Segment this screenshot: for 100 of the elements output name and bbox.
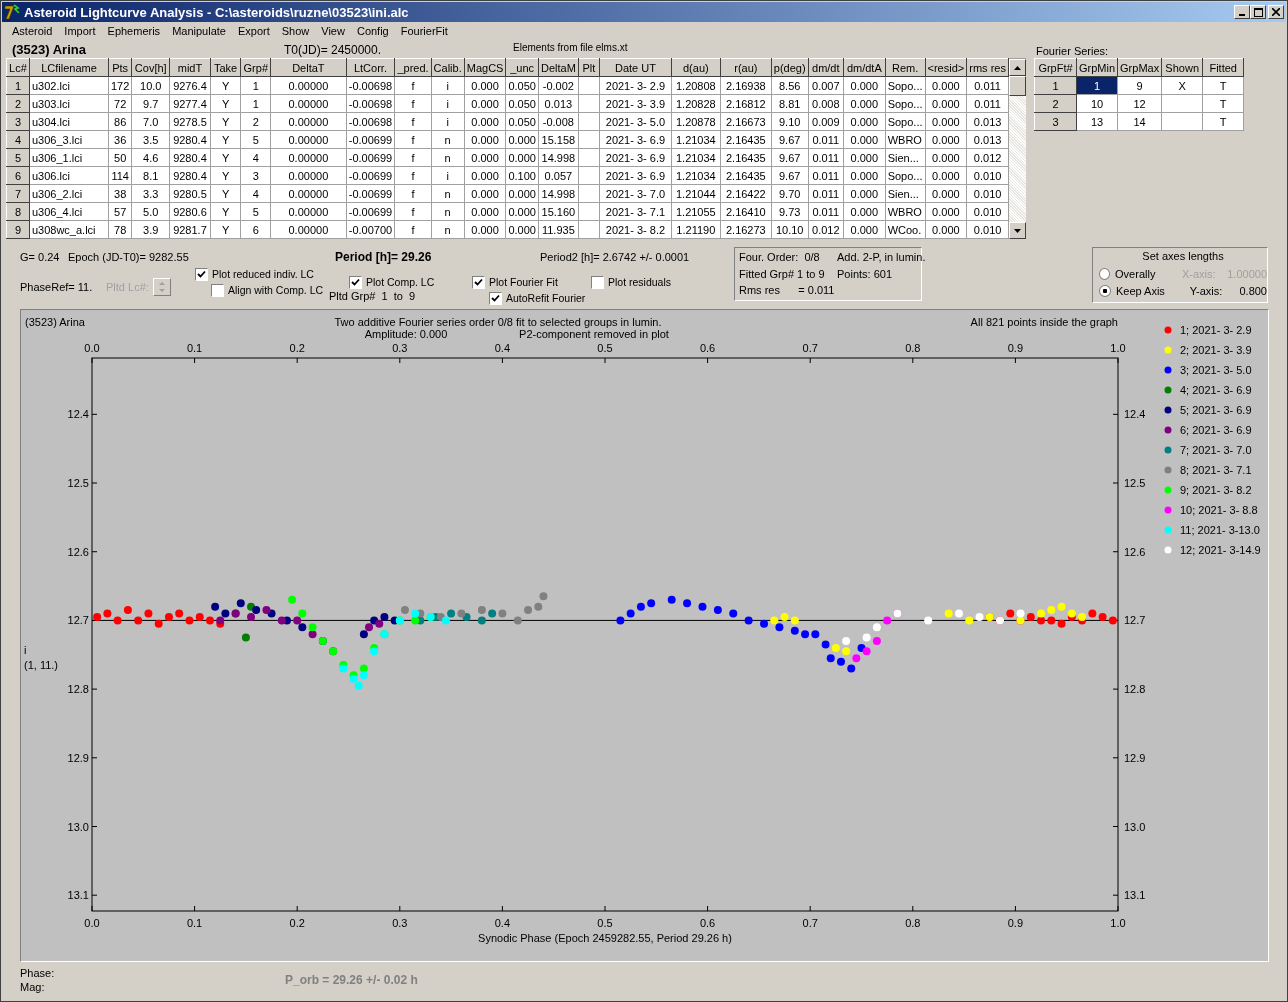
table-cell: 0.010 bbox=[966, 184, 1009, 203]
table-cell: n bbox=[431, 220, 465, 239]
points-note: All 821 points inside the graph bbox=[970, 316, 1118, 328]
legend-label: 8; 2021- 3- 7.1 bbox=[1180, 464, 1252, 476]
table-cell: 5.0 bbox=[131, 202, 170, 221]
table-cell: 12 bbox=[1117, 94, 1162, 113]
table-cell: 15.160 bbox=[538, 202, 579, 221]
table-cell: 0.000 bbox=[843, 184, 886, 203]
table-cell: 0.010 bbox=[966, 166, 1009, 185]
tick-label: 0.8 bbox=[905, 342, 921, 354]
table-cell: T bbox=[1202, 112, 1244, 131]
table-cell: 36 bbox=[108, 130, 132, 149]
table-cell: 4 bbox=[240, 184, 271, 203]
table-cell: 57 bbox=[108, 202, 132, 221]
legend-label: 6; 2021- 3- 6.9 bbox=[1180, 424, 1252, 436]
checkbox-label: Plot Comp. LC bbox=[366, 276, 435, 288]
legend-label: 11; 2021- 3-13.0 bbox=[1180, 524, 1260, 536]
checkbox-label: Plot residuals bbox=[608, 276, 672, 288]
table-cell: 9.67 bbox=[771, 166, 809, 185]
table-cell: -0.00699 bbox=[346, 184, 395, 203]
table-cell: 0.000 bbox=[464, 76, 506, 95]
table-cell: 0.010 bbox=[966, 220, 1009, 239]
table-cell: 0.000 bbox=[843, 148, 886, 167]
tick-label: 0.8 bbox=[905, 917, 921, 929]
table-cell: 2021- 3- 7.1 bbox=[599, 202, 672, 221]
table-cell: Y bbox=[210, 184, 241, 203]
table-cell: 0.000 bbox=[925, 112, 967, 131]
tick-label: 0.6 bbox=[699, 342, 716, 354]
table-cell: 3.9 bbox=[131, 220, 170, 239]
legend-label: 2; 2021- 3- 3.9 bbox=[1180, 344, 1252, 356]
tick-label: 0.3 bbox=[392, 917, 408, 929]
axis-label: i bbox=[24, 644, 27, 656]
tick-label: 0.4 bbox=[494, 342, 511, 354]
period-value: Period [h]= 29.26 bbox=[335, 250, 433, 264]
table-cell: 1 bbox=[240, 94, 271, 113]
amplitude-text: Amplitude: 0.000 bbox=[364, 328, 448, 340]
table-cell: 0.000 bbox=[843, 112, 886, 131]
table-cell: 2021- 3- 2.9 bbox=[599, 76, 672, 95]
table-cell: 14.998 bbox=[538, 184, 579, 203]
table-cell: 2.16410 bbox=[720, 202, 772, 221]
tick-label: 0.1 bbox=[186, 917, 203, 929]
table-cell: 86 bbox=[108, 112, 132, 131]
table-cell: 2.16273 bbox=[720, 220, 772, 239]
table-cell: 0.00000 bbox=[270, 184, 346, 203]
table-cell: T bbox=[1202, 94, 1244, 113]
table-cell: 1.21190 bbox=[671, 220, 721, 239]
table-cell: u306_3.lci bbox=[29, 130, 109, 149]
table-cell: 3.3 bbox=[131, 184, 170, 203]
table-cell: u302.lci bbox=[29, 76, 109, 95]
phase-ref: PhaseRef= 11. bbox=[20, 281, 94, 293]
table-cell: Sopo... bbox=[885, 112, 925, 131]
table-cell: 9278.5 bbox=[169, 112, 211, 131]
table-cell: -0.00698 bbox=[346, 94, 395, 113]
table-cell: 0.013 bbox=[966, 112, 1009, 131]
table-cell: 14.998 bbox=[538, 148, 579, 167]
legend-label: 12; 2021- 3-14.9 bbox=[1180, 544, 1261, 556]
table-cell: 8.1 bbox=[131, 166, 170, 185]
table-cell: u304.lci bbox=[29, 112, 109, 131]
table-cell: 9280.5 bbox=[169, 184, 211, 203]
table-cell: 0.007 bbox=[808, 76, 844, 95]
table-cell: 0.000 bbox=[464, 184, 506, 203]
tick-label: 0.0 bbox=[84, 342, 100, 354]
table-cell: 0.000 bbox=[464, 94, 506, 113]
period2-value: Period2 [h]= 2.6742 +/- 0.0001 bbox=[540, 251, 690, 263]
table-cell: 5 bbox=[240, 202, 271, 221]
table-cell: 0.000 bbox=[505, 220, 539, 239]
table-cell: Sopo... bbox=[885, 166, 925, 185]
table-cell: 14 bbox=[1117, 112, 1162, 131]
checkbox-label: Plot Fourier Fit bbox=[489, 276, 558, 288]
table-cell: 0.011 bbox=[966, 76, 1009, 95]
table-cell: n bbox=[431, 202, 465, 221]
table-cell: Y bbox=[210, 94, 241, 113]
table-cell: 0.100 bbox=[505, 166, 539, 185]
table-cell: 0.000 bbox=[505, 184, 539, 203]
table-cell: 9.10 bbox=[771, 112, 809, 131]
tick-label: 0.9 bbox=[1007, 342, 1024, 354]
component-note: P2-component removed in plot bbox=[519, 328, 669, 340]
table-cell: 9.67 bbox=[771, 130, 809, 149]
table-cell: 0.011 bbox=[966, 94, 1009, 113]
table-cell: T bbox=[1202, 76, 1244, 95]
radio-label: Overally bbox=[1115, 267, 1157, 280]
table-cell: 0.00000 bbox=[270, 148, 346, 167]
fit-info-text: Add. 2-P, in lumin. bbox=[837, 251, 925, 265]
table-cell: Y bbox=[210, 202, 241, 221]
table-cell: 50 bbox=[108, 148, 132, 167]
checkbox-label: Plot reduced indiv. LC bbox=[212, 268, 314, 280]
table-cell: 2021- 3- 3.9 bbox=[599, 94, 672, 113]
table-cell: 0.011 bbox=[808, 202, 844, 221]
table-cell: i bbox=[431, 94, 465, 113]
table-cell: 0.000 bbox=[464, 130, 506, 149]
table-cell: 2.16435 bbox=[720, 166, 772, 185]
table-cell: -0.00699 bbox=[346, 166, 395, 185]
table-cell: -0.00698 bbox=[346, 76, 395, 95]
table-cell: f bbox=[394, 220, 432, 239]
orbit-period-text: P_orb = 29.26 +/- 0.02 h bbox=[285, 973, 418, 987]
table-cell: f bbox=[394, 148, 432, 167]
tick-label: 13.1 bbox=[67, 889, 89, 902]
table-cell: i bbox=[431, 166, 465, 185]
tick-label: 0.0 bbox=[84, 917, 100, 929]
table-cell: 0.00000 bbox=[270, 94, 346, 113]
